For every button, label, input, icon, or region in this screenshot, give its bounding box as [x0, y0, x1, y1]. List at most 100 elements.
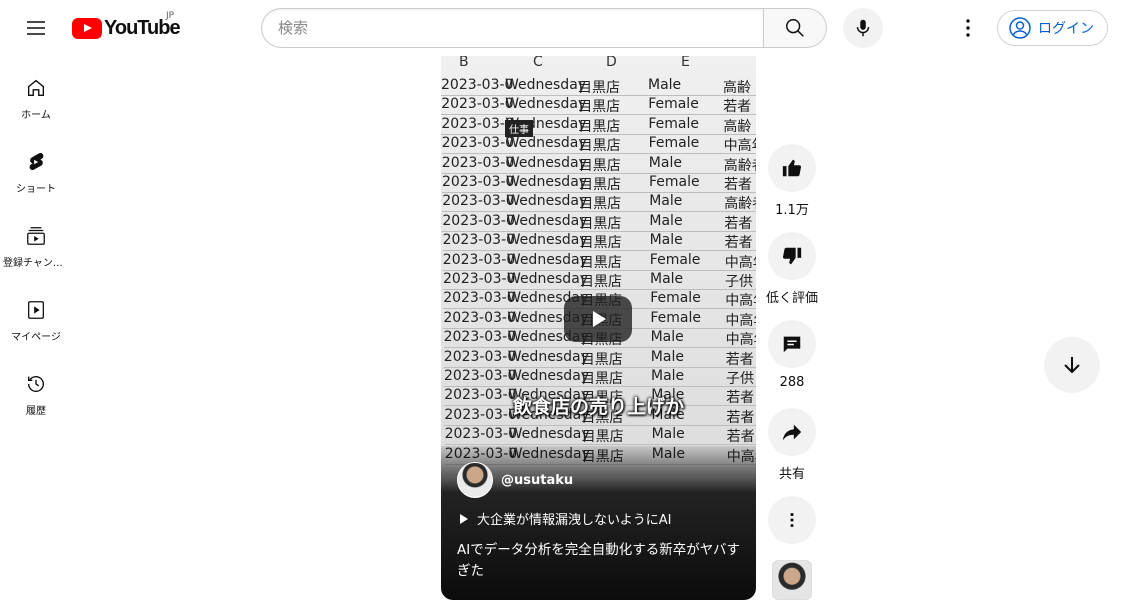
- short-title[interactable]: AIでデータ分析を完全自動化する新卒がヤバすぎた: [457, 540, 745, 582]
- sheet-cell: Wednesday: [508, 368, 590, 384]
- sheet-cell: Male: [649, 193, 683, 210]
- guide-item-history[interactable]: 履歴: [0, 352, 72, 426]
- guide-label-home: ホーム: [21, 110, 51, 121]
- sheet-row: 2023-03-0Wednesday目黒店 Female 中高年: [441, 134, 756, 155]
- sheet-column-header: E: [681, 56, 690, 70]
- like-button[interactable]: [768, 144, 816, 192]
- guide-item-library[interactable]: マイページ: [0, 278, 72, 352]
- thumbs-up-icon: [782, 159, 802, 177]
- like-action: 1.1万: [766, 144, 818, 218]
- sheet-cell: Female: [649, 251, 701, 268]
- guide-item-subscriptions[interactable]: 登録チャンネル: [0, 204, 72, 278]
- microphone-icon: [856, 19, 870, 37]
- guide-item-shorts[interactable]: ショート: [0, 130, 72, 204]
- sheet-column-header: C: [533, 56, 543, 70]
- sheet-cell: 目黒店: [578, 118, 621, 135]
- sheet-cell: Male: [651, 426, 685, 443]
- related-video-link[interactable]: 大企業が情報漏洩しないようにAI: [459, 509, 671, 528]
- sheet-cell: Wednesday: [505, 154, 587, 171]
- guide-item-home[interactable]: ホーム: [0, 56, 72, 130]
- sheet-cell: 目黒店: [578, 138, 621, 155]
- guide-label-library: マイページ: [11, 332, 61, 343]
- sheet-cell: 2023-03-0: [443, 329, 517, 346]
- next-short-button[interactable]: [1044, 337, 1100, 393]
- channel-name[interactable]: @usutaku: [501, 473, 573, 488]
- comment-action: 288: [766, 320, 818, 390]
- sheet-cell: Male: [650, 271, 684, 287]
- sheet-cell: Female: [650, 290, 701, 307]
- sheet-cell: Male: [650, 329, 684, 346]
- sheet-cell: 2023-03-0: [442, 212, 515, 229]
- shorts-player[interactable]: B C D E 2023-03-0 Wednesday 目黒店 Male 高齢 2023-…: [441, 56, 756, 600]
- video-caption: 飲食店の売り上げか: [512, 396, 684, 418]
- sheet-cell: 中高年: [724, 254, 756, 271]
- sheet-cell: 若者: [724, 235, 753, 252]
- sheet-tag: 仕事: [505, 120, 533, 137]
- share-label: 共有: [778, 467, 805, 482]
- sheet-cell: 2023-03-0: [443, 348, 517, 365]
- sheet-cell: Wednesday: [508, 426, 590, 443]
- more-actions-button[interactable]: [768, 496, 816, 544]
- sheet-cell: 若者: [724, 215, 753, 232]
- logo-region-code: JP: [166, 11, 175, 21]
- sheet-cell: 目黒店: [580, 274, 622, 290]
- sheet-column-header: D: [606, 56, 617, 70]
- voice-search-button[interactable]: [843, 8, 883, 48]
- search-button[interactable]: [763, 8, 827, 48]
- sheet-column-headers: B C D E: [441, 56, 756, 74]
- guide-label-history: 履歴: [26, 406, 46, 417]
- youtube-logo[interactable]: YouTube: [72, 14, 181, 42]
- sheet-cell: 中高年: [725, 312, 756, 329]
- login-label: ログイン: [1038, 21, 1094, 37]
- sheet-cell: 中高年: [725, 332, 756, 349]
- sheet-cell: 目黒店: [581, 429, 624, 446]
- guide-menu-button[interactable]: [16, 8, 56, 48]
- sheet-cell: 高齢者: [723, 157, 756, 174]
- sheet-row: 2023-03-0 Wednesday 目黒店 Male 若者: [442, 212, 756, 232]
- sheet-cell: Male: [651, 368, 685, 384]
- subscriptions-icon: [24, 224, 48, 248]
- sheet-cell: 若者: [724, 177, 752, 193]
- dislike-button[interactable]: [768, 232, 816, 280]
- share-button[interactable]: [768, 408, 816, 456]
- sheet-cell: 目黒店: [581, 371, 623, 387]
- top-bar: YouTube JP ログイン: [0, 0, 1124, 56]
- sheet-cell: 中高年: [725, 293, 756, 310]
- sheet-row: 2023-03-0 Wednesday 目黒店 Male 子供: [443, 270, 756, 290]
- share-action: 共有: [766, 408, 818, 482]
- guide-label-shorts: ショート: [16, 184, 56, 195]
- settings-more-button[interactable]: [948, 8, 988, 48]
- youtube-play-icon: [72, 17, 102, 39]
- channel-avatar-thumbnail[interactable]: [772, 560, 812, 600]
- sheet-cell: Male: [649, 232, 683, 249]
- share-arrow-icon: [782, 424, 802, 441]
- sheet-cell: 目黒店: [578, 99, 621, 116]
- sheet-cell: 2023-03-0: [442, 251, 516, 268]
- play-button[interactable]: [564, 296, 632, 342]
- sheet-cell: Female: [648, 135, 700, 152]
- search-bar: [261, 8, 827, 48]
- sheet-cell: 2023-03-0: [441, 77, 514, 93]
- sheet-cell: Wednesday: [506, 251, 588, 268]
- search-box[interactable]: [261, 8, 763, 48]
- sheet-row: 2023-03-0Wednesday目黒店 Female 中高年: [442, 251, 756, 271]
- sheet-cell: 目黒店: [579, 215, 622, 232]
- search-icon: [786, 19, 804, 37]
- sheet-cell: 2023-03-0: [441, 154, 515, 171]
- related-video-label: 大企業が情報漏洩しないようにAI: [477, 513, 672, 528]
- sheet-cell: Wednesday: [506, 193, 588, 210]
- channel-info[interactable]: @usutaku: [457, 462, 573, 498]
- mini-guide: ホーム ショート 登録チャンネル マイページ 履歴: [0, 56, 72, 426]
- library-icon: [24, 298, 48, 322]
- sheet-cell: Female: [648, 96, 699, 113]
- account-circle-icon: [1009, 17, 1031, 39]
- channel-avatar[interactable]: [457, 462, 493, 498]
- search-input[interactable]: [278, 19, 763, 37]
- sheet-cell: 2023-03-0: [442, 193, 515, 210]
- dislike-action: 低く評価: [766, 232, 818, 306]
- comments-button[interactable]: [768, 320, 816, 368]
- more-vertical-icon: [966, 19, 970, 37]
- login-button[interactable]: ログイン: [997, 10, 1108, 46]
- sheet-cell: 2023-03-0: [443, 290, 516, 307]
- sheet-cell: Male: [648, 77, 682, 93]
